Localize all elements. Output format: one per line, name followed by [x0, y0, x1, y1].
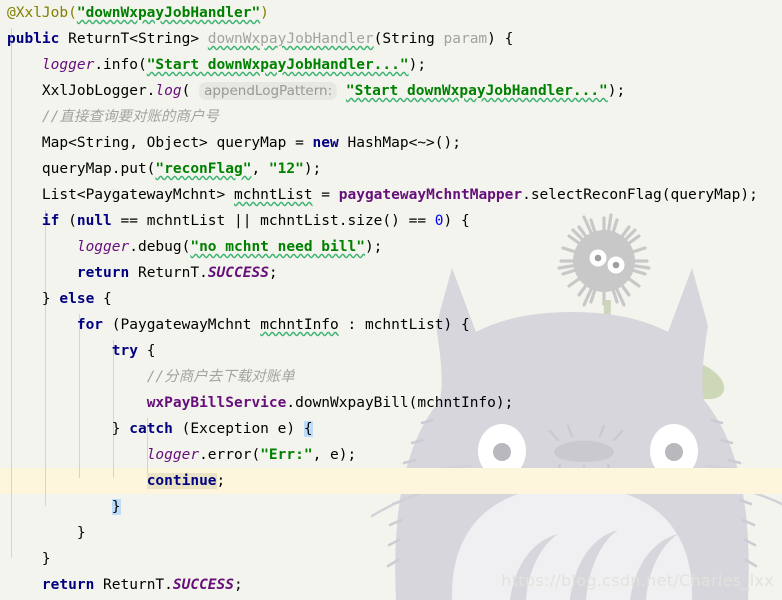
matching-brace-open: {: [303, 421, 313, 437]
code-line-20[interactable]: }: [7, 494, 121, 520]
code-line-9[interactable]: if (null == mchntList || mchntList.size(…: [7, 208, 470, 234]
code-line-1[interactable]: @XxlJob("downWxpayJobHandler"): [7, 0, 269, 26]
code-content[interactable]: @XxlJob("downWxpayJobHandler") public Re…: [0, 0, 782, 600]
highlighted-keyword-continue: continue: [146, 473, 217, 489]
code-line-3[interactable]: logger.info("Start downWxpayJobHandler..…: [7, 52, 426, 78]
code-line-22[interactable]: }: [7, 546, 51, 572]
code-line-13[interactable]: for (PaygatewayMchnt mchntInfo : mchntLi…: [7, 312, 470, 338]
parameter-hint-badge: appendLogPattern:: [199, 82, 338, 100]
code-line-8[interactable]: List<PaygatewayMchnt> mchntList = paygat…: [7, 182, 758, 208]
code-line-10[interactable]: logger.debug("no mchnt need bill");: [7, 234, 383, 260]
code-line-6[interactable]: Map<String, Object> queryMap = new HashM…: [7, 130, 461, 156]
code-line-23[interactable]: return ReturnT.SUCCESS;: [7, 572, 243, 598]
code-editor-pane[interactable]: https://blog.csdn.net/Charles_lxx @XxlJo…: [0, 0, 782, 600]
code-line-19[interactable]: continue;: [7, 468, 225, 494]
code-line-7[interactable]: queryMap.put("reconFlag", "12");: [7, 156, 321, 182]
code-line-15[interactable]: //分商户去下载对账单: [7, 364, 295, 390]
code-line-12[interactable]: } else {: [7, 286, 112, 312]
matching-brace-close: }: [111, 499, 121, 515]
code-line-16[interactable]: wxPayBillService.downWxpayBill(mchntInfo…: [7, 390, 514, 416]
code-line-14[interactable]: try {: [7, 338, 156, 364]
code-line-21[interactable]: }: [7, 520, 86, 546]
code-line-17[interactable]: } catch (Exception e) {: [7, 416, 313, 442]
code-line-2[interactable]: public ReturnT<String> downWxpayJobHandl…: [7, 26, 513, 52]
code-line-5[interactable]: //直接查询要对账的商户号: [7, 104, 219, 130]
code-line-4[interactable]: XxlJobLogger.log( appendLogPattern: "Sta…: [7, 78, 625, 104]
code-line-11[interactable]: return ReturnT.SUCCESS;: [7, 260, 278, 286]
code-line-18[interactable]: logger.error("Err:", e);: [7, 442, 357, 468]
